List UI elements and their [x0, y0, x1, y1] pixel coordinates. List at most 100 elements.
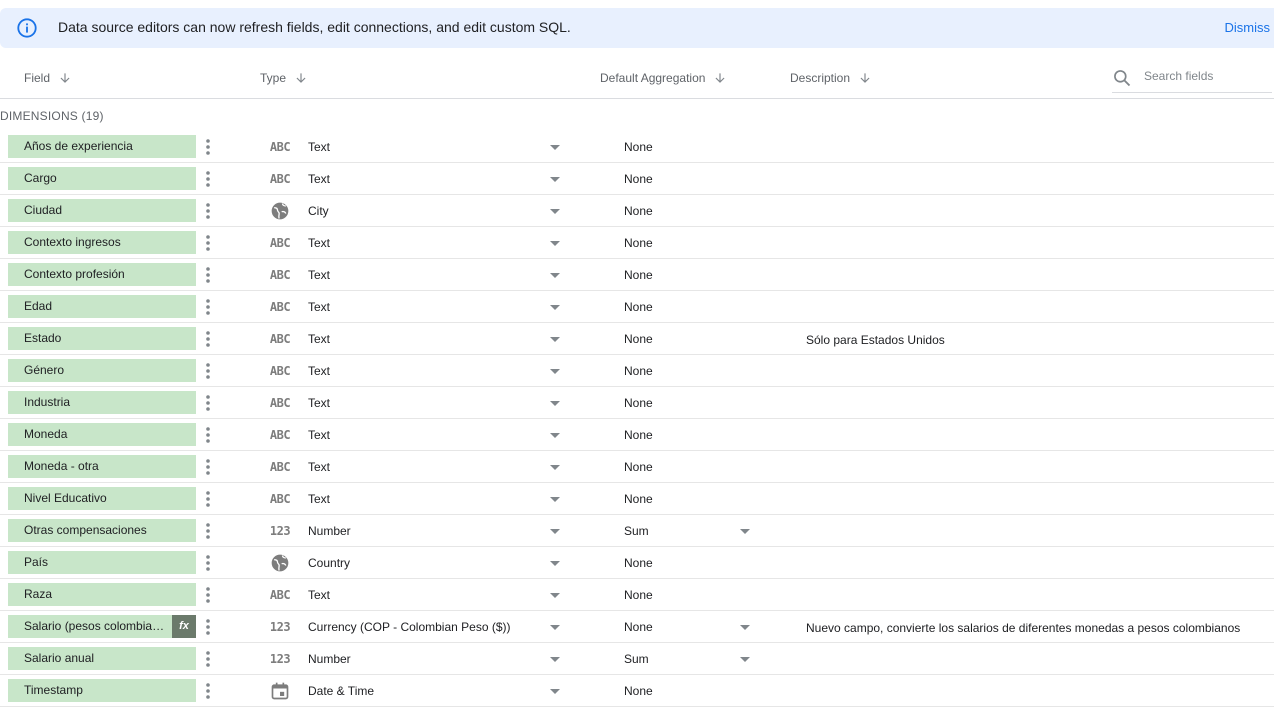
- field-type-label: Text: [308, 364, 331, 378]
- field-type-label: Text: [308, 172, 331, 186]
- aggregation-dropdown-caret-icon[interactable]: [739, 528, 751, 535]
- type-dropdown-caret-icon[interactable]: [549, 560, 561, 567]
- more-vert-icon[interactable]: [200, 361, 216, 381]
- field-type-label: Text: [308, 140, 331, 154]
- type-icon-glyph: ABC: [269, 396, 291, 410]
- more-vert-icon[interactable]: [200, 553, 216, 573]
- text-type-icon: ABC: [268, 585, 292, 605]
- type-dropdown-caret-icon[interactable]: [549, 688, 561, 695]
- field-row: Años de experiencia ABC Text None: [0, 131, 1274, 163]
- field-row: Cargo ABC Text None: [0, 163, 1274, 195]
- type-dropdown-caret-icon[interactable]: [549, 208, 561, 215]
- search-box: [1112, 66, 1272, 93]
- field-name-chip[interactable]: Ciudad: [8, 199, 196, 222]
- field-type-label: Text: [308, 588, 331, 602]
- column-header-description[interactable]: Description: [790, 71, 872, 85]
- type-dropdown-caret-icon[interactable]: [549, 464, 561, 471]
- more-vert-icon[interactable]: [200, 457, 216, 477]
- field-name-chip[interactable]: Industria: [8, 391, 196, 414]
- more-vert-icon[interactable]: [200, 233, 216, 253]
- sort-arrow-down-icon: [860, 73, 870, 83]
- field-row: Salario anual 123 Number Sum: [0, 643, 1274, 675]
- number-type-icon: 123: [268, 617, 292, 637]
- type-icon-glyph: 123: [269, 620, 291, 634]
- field-name-chip[interactable]: Estado: [8, 327, 196, 350]
- more-vert-icon[interactable]: [200, 585, 216, 605]
- more-vert-icon[interactable]: [200, 201, 216, 221]
- field-row: Nivel Educativo ABC Text None: [0, 483, 1274, 515]
- dismiss-button[interactable]: Dismiss: [1225, 20, 1271, 35]
- aggregation-dropdown-caret-icon[interactable]: [739, 656, 751, 663]
- type-icon-glyph: ABC: [269, 140, 291, 154]
- more-vert-icon[interactable]: [200, 521, 216, 541]
- text-type-icon: ABC: [268, 329, 292, 349]
- aggregation-dropdown-caret-icon[interactable]: [739, 624, 751, 631]
- field-row: Contexto ingresos ABC Text None: [0, 227, 1274, 259]
- field-name-chip[interactable]: Otras compensaciones: [8, 519, 196, 542]
- field-name-chip[interactable]: Años de experiencia: [8, 135, 196, 158]
- sort-arrow-down-icon: [60, 73, 70, 83]
- type-dropdown-caret-icon[interactable]: [549, 176, 561, 183]
- aggregation-label: None: [624, 364, 653, 378]
- type-dropdown-caret-icon[interactable]: [549, 656, 561, 663]
- type-dropdown-caret-icon[interactable]: [549, 304, 561, 311]
- field-type-label: Currency (COP - Colombian Peso ($)): [308, 620, 511, 634]
- more-vert-icon[interactable]: [200, 329, 216, 349]
- more-vert-icon[interactable]: [200, 617, 216, 637]
- type-icon-glyph: ABC: [269, 492, 291, 506]
- type-icon-glyph: ABC: [269, 588, 291, 602]
- field-row: Timestamp Date & Time None: [0, 675, 1274, 707]
- more-vert-icon[interactable]: [200, 649, 216, 669]
- info-banner: Data source editors can now refresh fiel…: [0, 8, 1274, 48]
- type-dropdown-caret-icon[interactable]: [549, 272, 561, 279]
- type-dropdown-caret-icon[interactable]: [549, 368, 561, 375]
- field-type-label: Date & Time: [308, 684, 375, 698]
- field-name-chip[interactable]: Salario anual: [8, 647, 196, 670]
- column-header-field[interactable]: Field: [24, 71, 72, 85]
- field-name-chip[interactable]: País: [8, 551, 196, 574]
- type-dropdown-caret-icon[interactable]: [549, 592, 561, 599]
- type-dropdown-caret-icon[interactable]: [549, 144, 561, 151]
- field-name-chip[interactable]: Moneda: [8, 423, 196, 446]
- field-name-chip[interactable]: Moneda - otra: [8, 455, 196, 478]
- field-name-chip[interactable]: Raza: [8, 583, 196, 606]
- type-icon-glyph: ABC: [269, 236, 291, 250]
- field-description: Sólo para Estados Unidos: [806, 333, 945, 347]
- field-row: Moneda - otra ABC Text None: [0, 451, 1274, 483]
- aggregation-label: None: [624, 492, 653, 506]
- type-dropdown-caret-icon[interactable]: [549, 432, 561, 439]
- more-vert-icon[interactable]: [200, 393, 216, 413]
- type-dropdown-caret-icon[interactable]: [549, 624, 561, 631]
- field-name-chip[interactable]: Cargo: [8, 167, 196, 190]
- column-header-type[interactable]: Type: [260, 71, 308, 85]
- field-name-chip[interactable]: Contexto profesión: [8, 263, 196, 286]
- number-type-icon: 123: [268, 521, 292, 541]
- field-type-label: City: [308, 204, 329, 218]
- more-vert-icon[interactable]: [200, 297, 216, 317]
- type-dropdown-caret-icon[interactable]: [549, 400, 561, 407]
- aggregation-label: Sum: [624, 652, 649, 666]
- column-header-field-label: Field: [24, 71, 51, 85]
- field-name-chip[interactable]: Contexto ingresos: [8, 231, 196, 254]
- type-icon-glyph: ABC: [269, 332, 291, 346]
- text-type-icon: ABC: [268, 169, 292, 189]
- more-vert-icon[interactable]: [200, 489, 216, 509]
- type-dropdown-caret-icon[interactable]: [549, 336, 561, 343]
- more-vert-icon[interactable]: [200, 681, 216, 701]
- type-dropdown-caret-icon[interactable]: [549, 528, 561, 535]
- column-header-aggregation[interactable]: Default Aggregation: [600, 71, 727, 85]
- more-vert-icon[interactable]: [200, 169, 216, 189]
- field-name-chip[interactable]: Nivel Educativo: [8, 487, 196, 510]
- type-dropdown-caret-icon[interactable]: [549, 496, 561, 503]
- more-vert-icon[interactable]: [200, 425, 216, 445]
- field-name-chip[interactable]: Edad: [8, 295, 196, 318]
- text-type-icon: ABC: [268, 361, 292, 381]
- aggregation-label: None: [624, 140, 653, 154]
- more-vert-icon[interactable]: [200, 265, 216, 285]
- field-name-chip[interactable]: Género: [8, 359, 196, 382]
- more-vert-icon[interactable]: [200, 137, 216, 157]
- column-header-description-label: Description: [790, 71, 851, 85]
- field-name-chip[interactable]: Salario (pesos colombianos): [8, 615, 172, 638]
- type-dropdown-caret-icon[interactable]: [549, 240, 561, 247]
- search-input[interactable]: [1144, 69, 1268, 83]
